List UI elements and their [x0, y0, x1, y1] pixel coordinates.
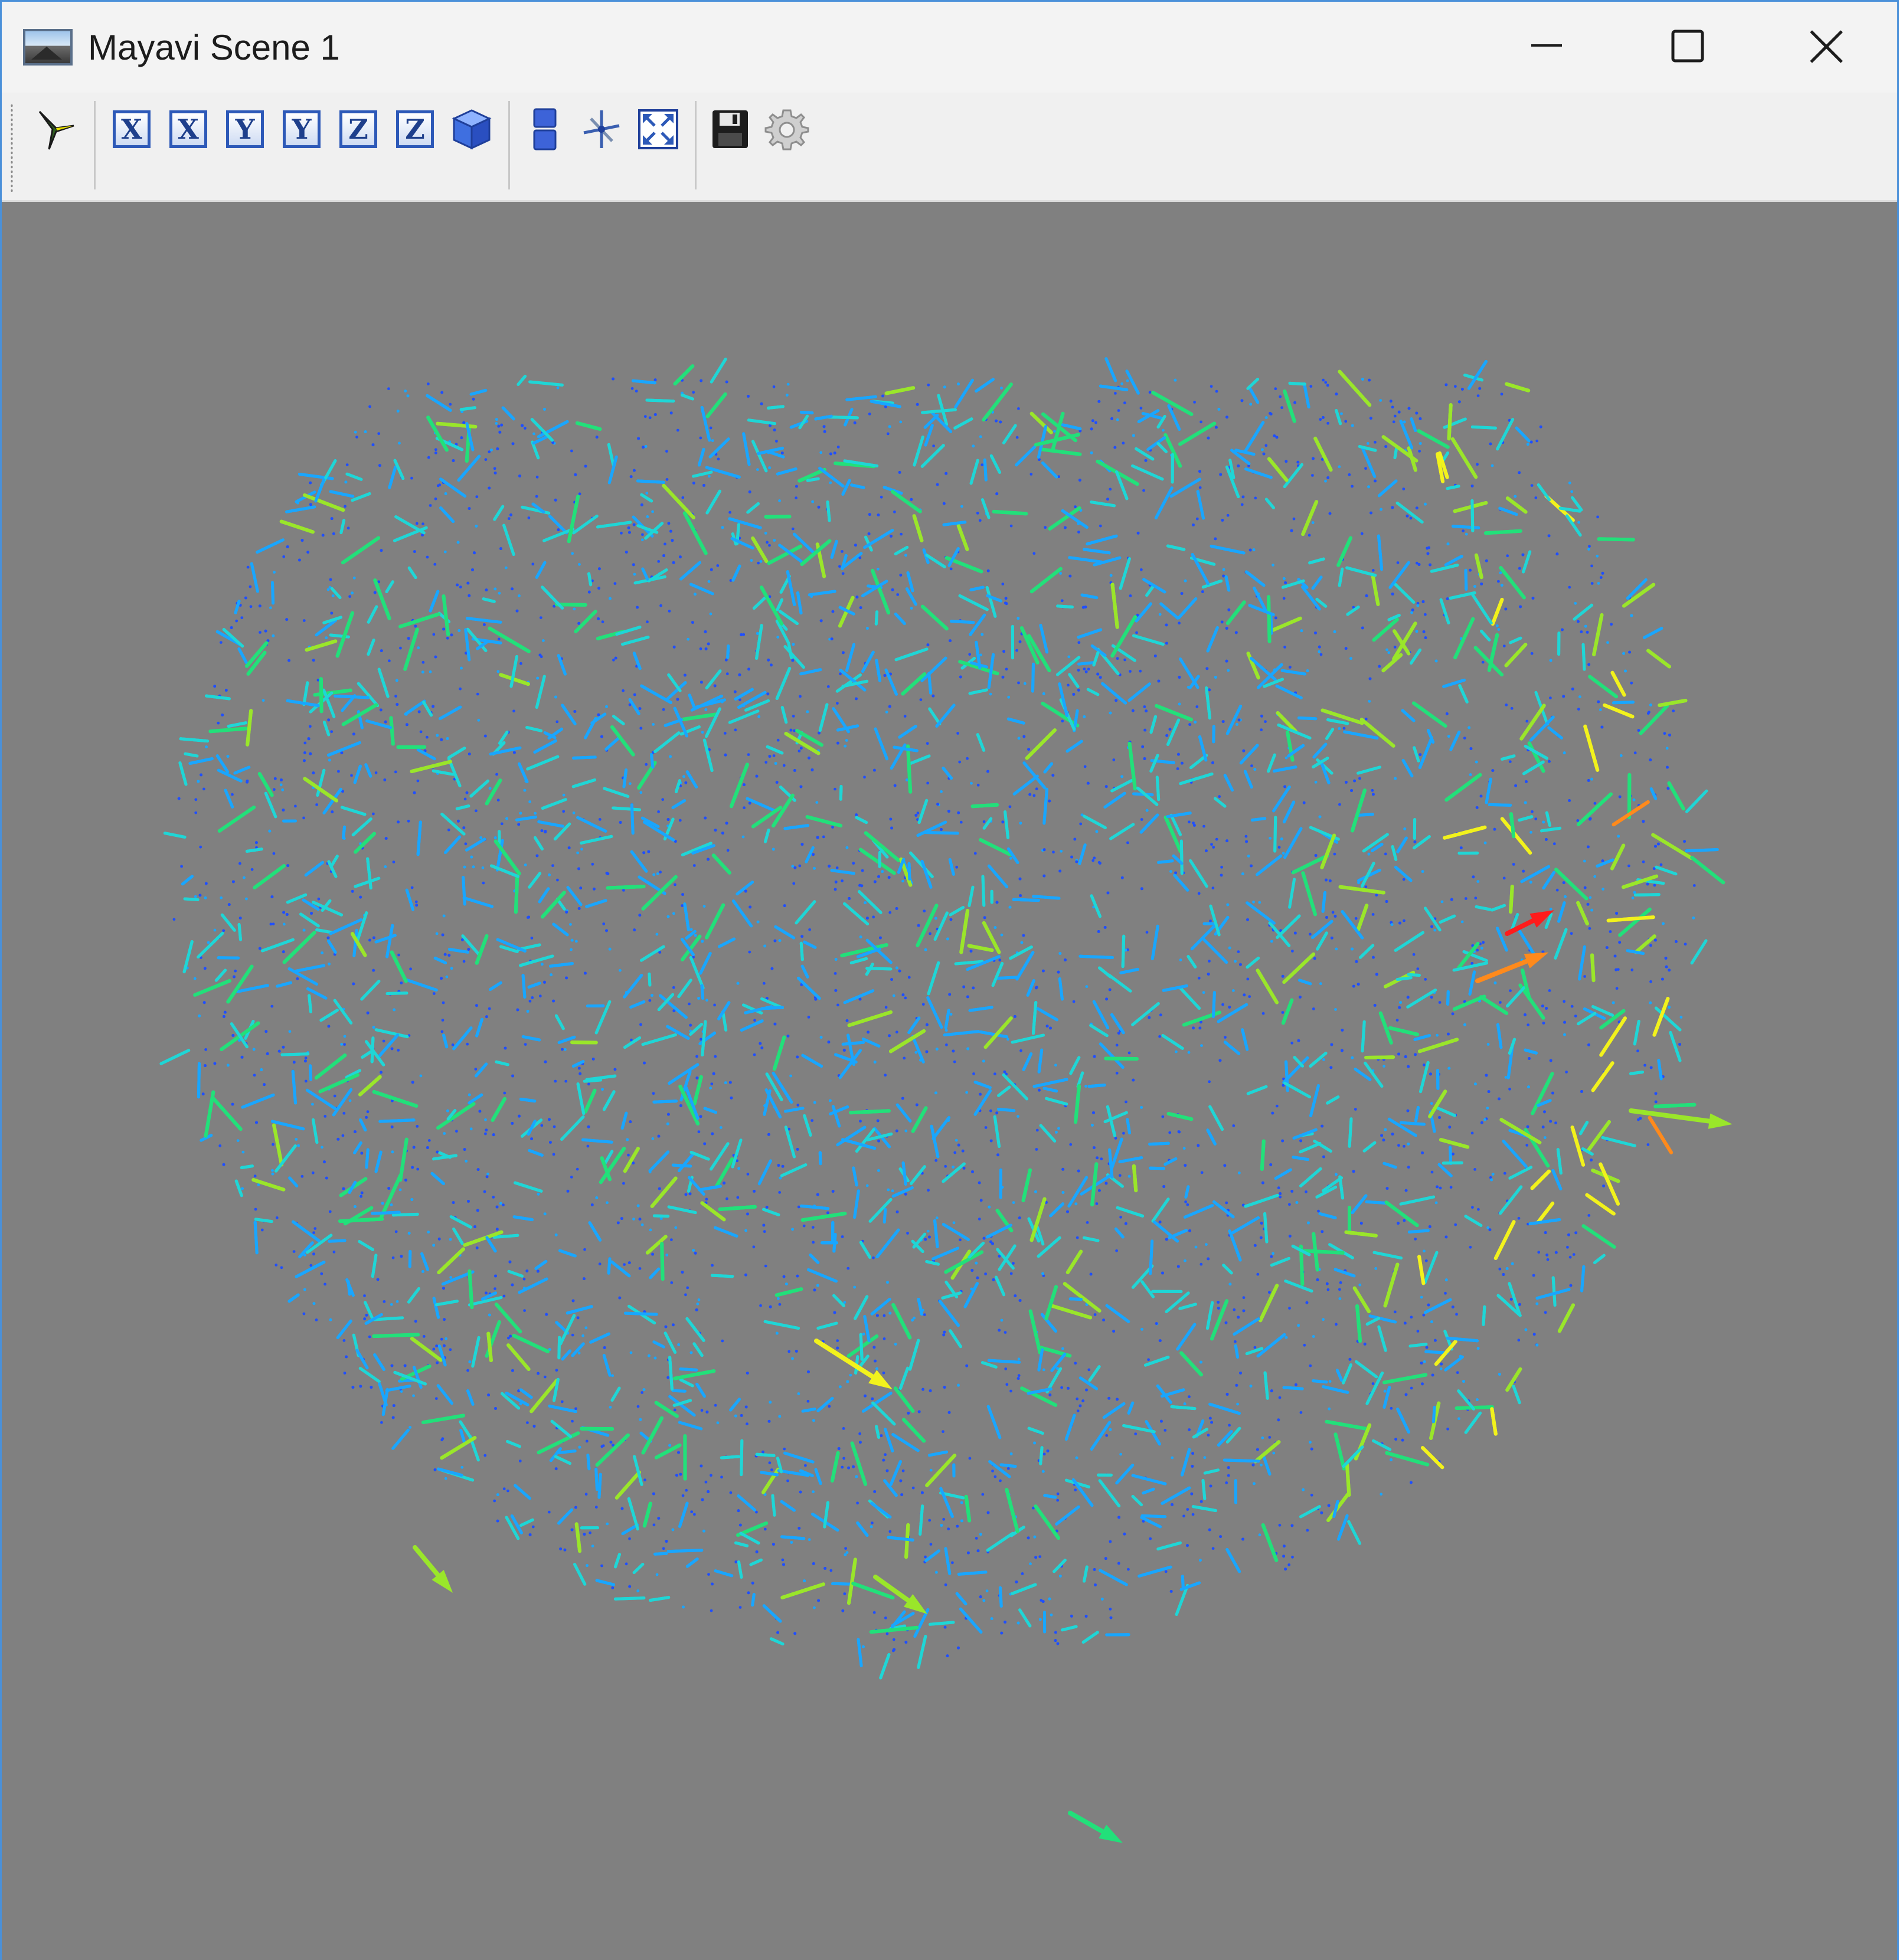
fullscreen-button[interactable] — [635, 106, 682, 153]
save-button[interactable] — [707, 106, 754, 153]
view-y-minus-icon: Y — [283, 110, 321, 148]
fullscreen-icon — [638, 109, 678, 149]
view-y-plus-button[interactable]: Y — [221, 106, 269, 153]
view-z-plus-button[interactable]: Z — [335, 106, 382, 153]
settings-button[interactable] — [763, 106, 810, 153]
close-button[interactable] — [1756, 2, 1897, 93]
view-z-minus-icon: Z — [396, 110, 434, 148]
parallel-projection-icon — [533, 108, 557, 150]
toolbar-separator — [94, 101, 96, 189]
view-z-minus-button[interactable]: Z — [391, 106, 439, 153]
minimize-icon — [1531, 44, 1562, 47]
point-cloud — [172, 377, 1696, 1658]
isometric-view-icon — [452, 109, 492, 150]
view-z-plus-icon: Z — [339, 110, 377, 148]
save-icon — [712, 110, 748, 148]
render-scene[interactable] — [2, 202, 1897, 1960]
vector-field-glyphs — [159, 357, 1733, 1843]
maximize-button[interactable] — [1617, 2, 1759, 93]
axes-indicator-button[interactable] — [578, 106, 625, 153]
window-title: Mayavi Scene 1 — [88, 28, 340, 67]
settings-icon — [764, 109, 809, 150]
view-y-minus-button[interactable]: Y — [278, 106, 325, 153]
toolbar-separator — [695, 101, 697, 189]
view-x-plus-button[interactable]: X — [108, 106, 155, 153]
title-bar[interactable]: Mayavi Scene 1 — [2, 2, 1897, 93]
toolbar-grip[interactable] — [10, 103, 14, 192]
mayavi-pipeline-icon — [38, 110, 74, 150]
view-x-minus-icon: X — [169, 110, 207, 148]
landscape-picture-icon — [23, 29, 73, 66]
isometric-view-button[interactable] — [448, 106, 495, 153]
parallel-projection-button[interactable] — [521, 106, 568, 153]
mayavi-window: Mayavi Scene 1 X X Y Y Z Z — [0, 0, 1899, 1960]
arrow-glyphs — [159, 357, 1733, 1843]
close-icon — [1810, 30, 1843, 63]
toolbar-separator — [508, 101, 510, 189]
axes-indicator-icon — [583, 110, 620, 148]
view-y-plus-icon: Y — [226, 110, 264, 148]
view-x-minus-button[interactable]: X — [165, 106, 212, 153]
maximize-icon — [1671, 30, 1704, 63]
view-x-plus-icon: X — [113, 110, 151, 148]
scene-toolbar: X X Y Y Z Z — [2, 93, 1897, 202]
minimize-button[interactable] — [1476, 2, 1617, 93]
mayavi-pipeline-button[interactable] — [32, 106, 80, 153]
